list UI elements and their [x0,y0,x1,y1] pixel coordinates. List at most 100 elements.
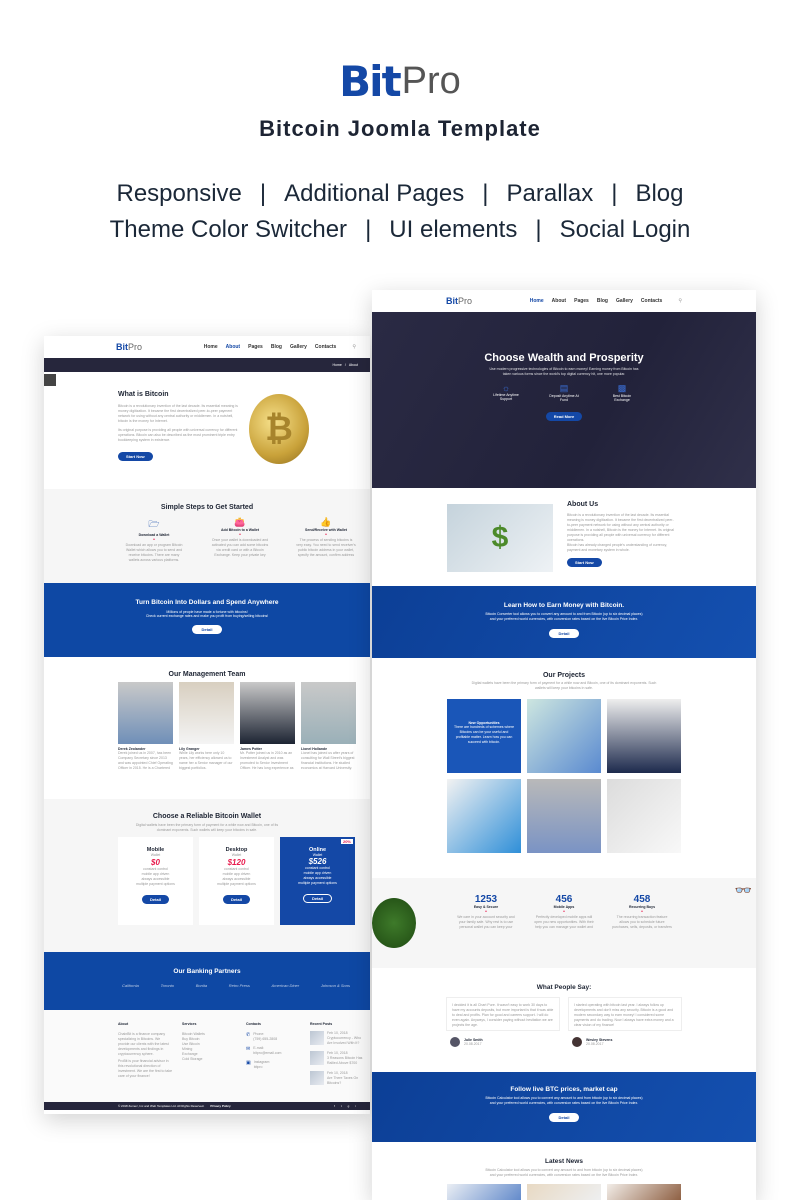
plan-card-desktop: Desktop Wallet $120 constant control mob… [199,837,274,925]
detail-button[interactable]: Detail [142,895,169,904]
testimonial-list: I decided it is all Chart Pure. It wasn'… [372,997,756,1047]
instagram-icon[interactable]: i [355,1104,356,1108]
author-name: Wesley Stevens [586,1037,613,1042]
project-tile[interactable] [607,779,681,853]
nav-about[interactable]: About [552,298,566,304]
contact-item: ✉ E-mail: bitpro@email.com [246,1046,300,1056]
stat-text: The recurring transaction feature allows… [612,915,672,929]
project-tile[interactable] [527,779,601,853]
footer-recent-posts: Recent Posts Feb 10, 2018 Cryptocurrency … [310,1022,364,1102]
contact-item: ▣ Instagram: bitpro [246,1060,300,1070]
stats-section: 👓 1253 Easy & Secure • We care in your acco… [372,878,756,968]
recent-post[interactable]: Feb 10, 2018 3 Reasons Bitcoin Has Rallie… [310,1051,364,1066]
feature: Additional Pages [284,180,465,207]
copyright-bar: © 2018 Zemez, Inc and Web Templates Ltd.… [44,1102,370,1110]
start-now-button[interactable]: Start Now [118,452,153,461]
contact-value[interactable]: bitpro@email.com [253,1051,281,1056]
section-title: What is Bitcoin [118,391,169,398]
project-tile[interactable] [607,699,681,773]
detail-button[interactable]: Detail [223,895,250,904]
nav-blog[interactable]: Blog [597,298,608,304]
facebook-icon[interactable]: f [334,1104,335,1108]
detail-button[interactable]: Detail [191,625,223,634]
member-photo [118,682,173,744]
member-bio: While Lily works here only 10 years, her… [179,751,233,770]
paragraph: Bitcoin is a revolutionary invention of … [118,404,238,423]
nav-logo[interactable]: BitPro [116,342,142,352]
read-more-button[interactable]: Read More [545,412,583,421]
stat-value: 458 [633,894,651,905]
edit-icon[interactable] [44,374,56,386]
feature: Responsive [116,180,242,207]
stat-text: We care in your account security and you… [457,915,515,929]
post-title: Cryptocurrency - Who Are Involved With I… [327,1036,362,1045]
member-photo [301,682,356,744]
breadcrumb-home[interactable]: Home [333,363,342,367]
feature: Theme Color Switcher [109,216,348,243]
privacy-link[interactable]: Privacy Policy [210,1104,230,1108]
footer-title: Contacts [246,1022,261,1026]
steps-section: Simple Steps to Get Started 🗁 Download a… [44,489,370,583]
nav-home[interactable]: Home [530,298,544,304]
search-icon[interactable]: ⚲ [678,298,682,304]
footer-text: ChainBit is a finance company specializi… [118,1032,169,1056]
banner-title: Learn How to Earn Money with Bitcoin. [503,602,625,609]
step-text: Download an app or program Bitcoin Walle… [125,543,183,562]
project-tile[interactable]: New Opportunities There are hundreds of s… [447,699,521,773]
news-list [372,1184,756,1200]
nav-home[interactable]: Home [204,344,218,350]
project-tile[interactable] [447,779,521,853]
turn-bitcoin-banner: Turn Bitcoin Into Dollars and Spend Anyw… [44,583,370,657]
nav-contacts[interactable]: Contacts [641,298,662,304]
nav-about[interactable]: About [226,344,240,350]
partner-logo: American Diner [271,983,300,988]
post-title: 3 Reasons Bitcoin Has Rallied Above $700 [327,1056,363,1065]
author-name: Julie Smith [464,1037,483,1042]
team-member: Derek Zeolander Derek joined us in 2007, … [118,682,173,771]
google-icon[interactable]: g [348,1104,350,1108]
download-folder-icon: 🗁 [148,519,160,529]
service-link[interactable]: Cold Storage [182,1057,236,1062]
search-icon[interactable]: ⚲ [352,344,356,350]
detail-button[interactable]: Detail [303,894,332,903]
slider-features: ☼ Lifetime Anytime Support ▤ Deposit Anyti… [372,383,756,402]
what-is-bitcoin-section: What is Bitcoin Bitcoin is a revolutiona… [44,372,370,489]
detail-button[interactable]: Detail [548,629,580,638]
news-card[interactable] [447,1184,521,1200]
headset-icon: ☼ [501,383,511,393]
thumbs-up-icon: 👍 [320,517,332,527]
partner-logos: California Toronto Bonita Retro Press Am… [44,975,370,988]
partner-logo: Retro Press [228,983,250,988]
nav-blog[interactable]: Blog [271,344,282,350]
recent-post[interactable]: Feb 10, 2018 Cryptocurrency - Who Are Inv… [310,1031,364,1046]
start-now-button[interactable]: Start Now [567,558,602,567]
hero-slider: Choose Wealth and Prosperity Use modern … [372,312,756,488]
bitcoin-coins-image: ₿ [249,394,309,464]
detail-button[interactable]: Detail [548,1113,580,1122]
step-item: 🗁 Download a Wallet • Download an app or… [124,517,184,563]
nav-pages[interactable]: Pages [574,298,589,304]
testimonial-author: Julie Smith 20.08.2017 [446,1037,560,1047]
twitter-icon[interactable]: t [341,1104,342,1108]
nav-gallery[interactable]: Gallery [616,298,633,304]
section-text: Bitcoin Calculator tool allows you to co… [485,1168,643,1177]
project-tile[interactable] [527,699,601,773]
nav-gallery[interactable]: Gallery [290,344,307,350]
breadcrumb: Home / About [44,358,370,372]
contact-value[interactable]: bitpro [254,1065,271,1070]
team-member: Lionel Hollande Lionel has joined us afte… [301,682,356,771]
banner-text: Bitcoin Converter tool allows you to con… [485,612,643,621]
nav-pages[interactable]: Pages [248,344,263,350]
feature-label: Deposit Anytime At Fund [549,394,579,402]
feature: Parallax [506,180,594,207]
recent-post[interactable]: Feb 10, 2018 Are There Taxes On Bitcoins? [310,1071,364,1086]
news-card[interactable] [607,1184,681,1200]
team-list: Derek Zeolander Derek joined us in 2007, … [44,678,370,771]
plan-price: $120 [227,858,246,867]
news-card[interactable] [527,1184,601,1200]
project-overlay-text: There are hundreds of schemes where Bitc… [453,725,515,744]
nav-logo[interactable]: BitPro [446,296,472,306]
plan-feature: multiple payment options [136,882,175,886]
nav-contacts[interactable]: Contacts [315,344,336,350]
contact-value: (759) 655-2808 [253,1037,278,1041]
